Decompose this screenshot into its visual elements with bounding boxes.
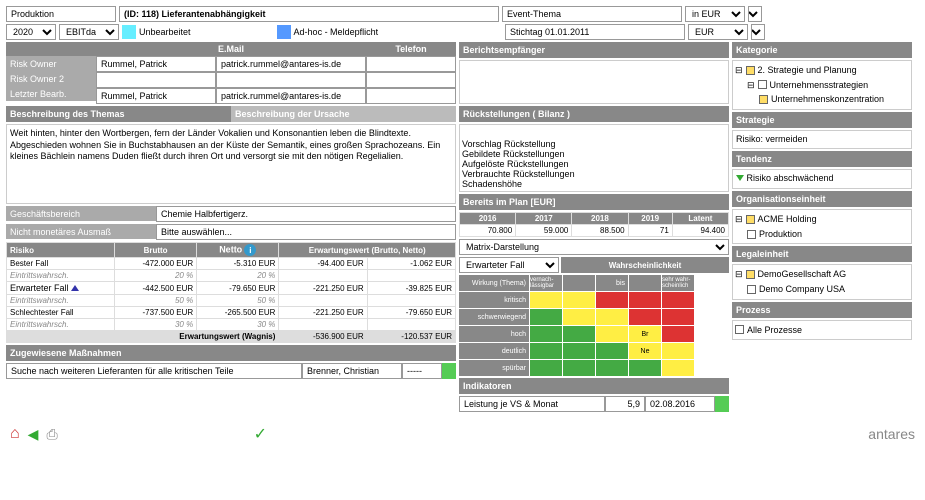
geschaeftsbereich-value[interactable]: Chemie Halbfertigerz.: [156, 206, 456, 222]
indikator-date: 02.08.2016: [645, 396, 715, 412]
massnahme-text[interactable]: Suche nach weiteren Lieferanten für alle…: [6, 363, 302, 379]
massnahme-who[interactable]: Brenner, Christian: [302, 363, 402, 379]
erwarteter-fall-select[interactable]: Erwarteter Fall: [459, 257, 559, 273]
indikator-text[interactable]: Leistung je VS & Monat: [459, 396, 605, 412]
owner1-name[interactable]: Rummel, Patrick: [96, 56, 216, 72]
nma-select[interactable]: Bitte auswählen...: [156, 224, 456, 240]
risk-matrix[interactable]: Wirkung (Thema)vernach-lässigbarbissehr …: [459, 275, 729, 376]
home-icon[interactable]: ⌂: [10, 425, 20, 443]
event-field[interactable]: Event-Thema: [502, 6, 682, 22]
eur-select[interactable]: EUR: [688, 24, 748, 40]
last-edit-tel[interactable]: [366, 88, 456, 104]
description-text[interactable]: Weit hinten, hinter den Wortbergen, fern…: [6, 124, 456, 204]
org-tree[interactable]: ⊟ACME Holding Produktion: [732, 209, 912, 244]
check-icon[interactable]: ✓: [254, 424, 267, 444]
rueckstellungen-header: Rückstellungen ( Bilanz ): [459, 106, 729, 122]
owner2-email[interactable]: [216, 72, 366, 88]
kategorie-tree[interactable]: ⊟2. Strategie und Planung ⊟Unternehmenss…: [732, 60, 912, 110]
telefon-header: Telefon: [366, 42, 456, 56]
currency-select[interactable]: in EUR: [685, 6, 745, 22]
prozess-header: Prozess: [732, 302, 912, 318]
geschaeftsbereich-label: Geschäftsbereich: [6, 206, 156, 221]
last-edit-email[interactable]: patrick.rummel@antares-is.de: [216, 88, 366, 104]
massnahme-status-icon: [442, 363, 456, 379]
email-header: E.Mail: [96, 42, 366, 56]
matrix-select[interactable]: Matrix-Darstellung: [459, 239, 729, 255]
owner2-name[interactable]: [96, 72, 216, 88]
adhoc-label: Ad-hoc - Meldepflicht: [294, 27, 379, 37]
year-select[interactable]: 2020: [6, 24, 56, 40]
dropdown-1[interactable]: [748, 6, 762, 22]
unbearbeitet-label: Unbearbeitet: [139, 27, 191, 37]
print-icon[interactable]: ⎙: [46, 426, 57, 443]
triangle-up-icon: [71, 285, 79, 291]
desc-cause-header[interactable]: Beschreibung der Ursache: [231, 106, 456, 122]
owner1-email[interactable]: patrick.rummel@antares-is.de: [216, 56, 366, 72]
indikator-status-icon: [715, 396, 729, 412]
last-edit-name[interactable]: Rummel, Patrick: [96, 88, 216, 104]
owner1-tel[interactable]: [366, 56, 456, 72]
massnahmen-header: Zugewiesene Maßnahmen: [6, 345, 456, 361]
strategie-value: Risiko: vermeiden: [732, 130, 912, 150]
dropdown-2[interactable]: [751, 24, 765, 40]
status-cyan-icon: [122, 25, 136, 39]
rs-item: Schadenshöhe: [462, 179, 726, 189]
berichtsempf-box[interactable]: [459, 60, 729, 104]
stichtag-field: Stichtag 01.01.2011: [505, 24, 685, 40]
rs-item: Aufgelöste Rückstellungen: [462, 159, 726, 169]
rs-item: Gebildete Rückstellungen: [462, 149, 726, 159]
legal-tree[interactable]: ⊟DemoGesellschaft AG Demo Company USA: [732, 264, 912, 299]
arrow-down-icon: [736, 175, 744, 181]
rs-item: Vorschlag Rückstellung: [462, 139, 726, 149]
indikatoren-header: Indikatoren: [459, 378, 729, 394]
plan-table: 2016201720182019Latent 70.80059.00088.50…: [459, 212, 729, 237]
risk-table: RisikoBruttoNetto iErwartungswert (Brutt…: [6, 242, 456, 343]
info-icon[interactable]: i: [244, 244, 256, 256]
owner2-tel[interactable]: [366, 72, 456, 88]
kategorie-header: Kategorie: [732, 42, 912, 58]
strategie-header: Strategie: [732, 112, 912, 128]
plan-header: Bereits im Plan [EUR]: [459, 194, 729, 210]
org-header: Organisationseinheit: [732, 191, 912, 207]
desc-theme-header[interactable]: Beschreibung des Themas: [6, 106, 231, 122]
tendenz-header: Tendenz: [732, 151, 912, 167]
logo: antares: [868, 426, 915, 442]
nma-label: Nicht monetäres Ausmaß: [6, 224, 156, 239]
back-icon[interactable]: ◀: [28, 426, 39, 443]
wahrsch-header: Wahrscheinlichkeit: [561, 257, 729, 273]
title-field: (ID: 118) Lieferantenabhängigkeit: [119, 6, 499, 22]
indikator-value: 5,9: [605, 396, 645, 412]
prozess-tree[interactable]: Alle Prozesse: [732, 320, 912, 341]
ebitda-select[interactable]: EBITda: [59, 24, 119, 40]
tendenz-value: Risiko abschwächend: [732, 169, 912, 189]
massnahme-dash: -----: [402, 363, 442, 379]
status-blue-icon: [277, 25, 291, 39]
produktion-field[interactable]: Produktion: [6, 6, 116, 22]
risk-owner2-label: Risk Owner 2: [6, 71, 96, 86]
risk-owner-label: Risk Owner: [6, 56, 96, 71]
legal-header: Legaleinheit: [732, 246, 912, 262]
berichtsempf-header: Berichtsempfänger: [459, 42, 729, 58]
last-edit-label: Letzter Bearb.: [6, 86, 96, 101]
rs-item: Verbrauchte Rückstellungen: [462, 169, 726, 179]
